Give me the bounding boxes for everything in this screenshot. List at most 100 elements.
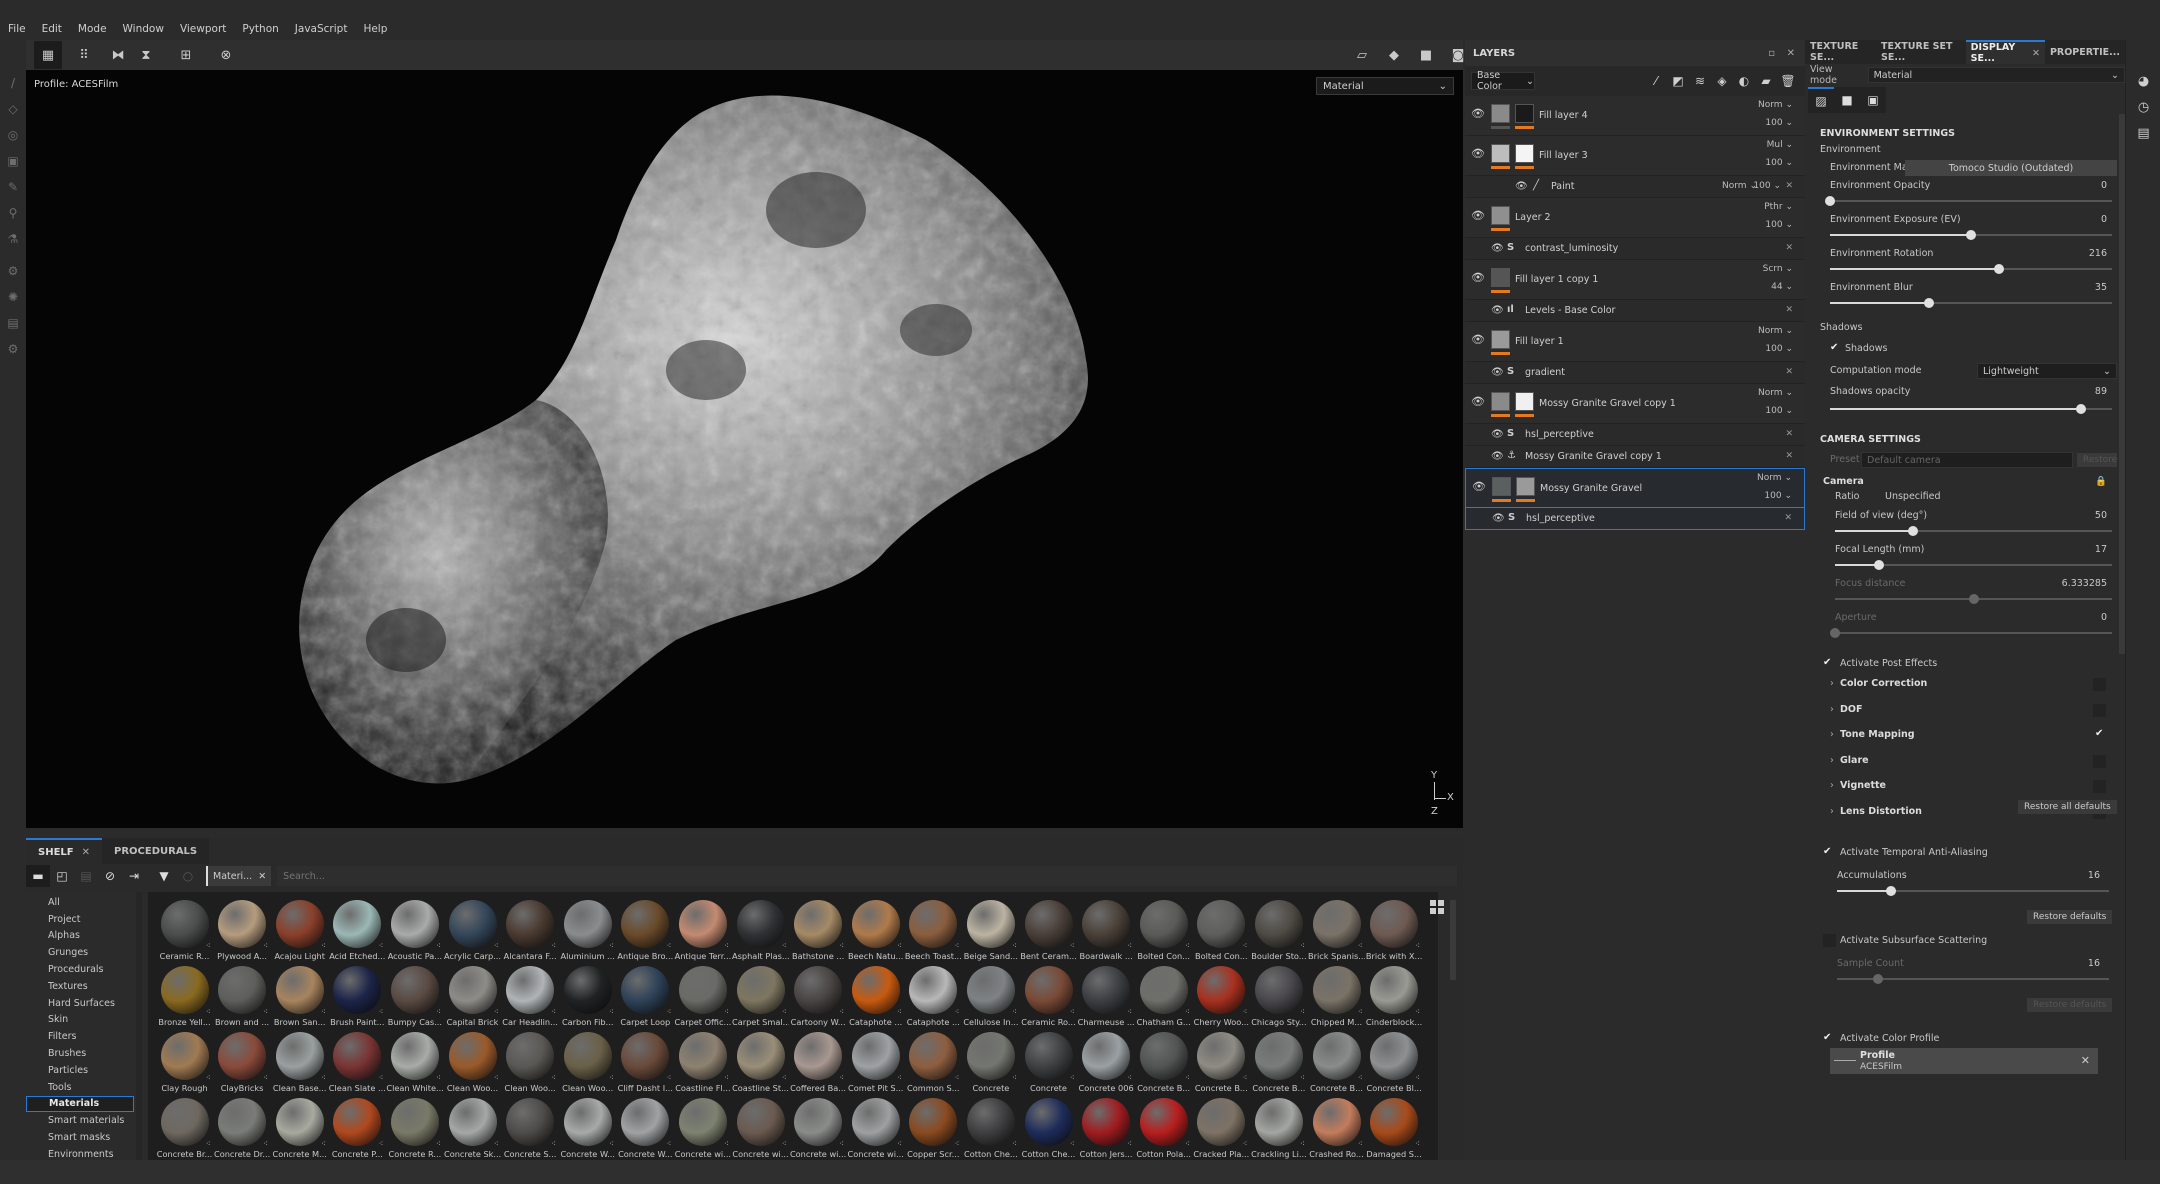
layer-row[interactable]: 👁 Fill layer 4 Norm ⌄ 100 ⌄ [1465,96,1805,136]
opacity-select[interactable]: 100 ⌄ [1764,491,1792,501]
material-item[interactable]: ⁖ Crackling Li... [1250,1094,1307,1160]
symmetry-y-icon[interactable]: ⧗ [132,41,160,69]
eye-icon[interactable]: 👁 [1471,107,1485,120]
eraser-icon[interactable]: ◇ [0,96,26,122]
close-icon[interactable]: ✕ [1785,367,1793,377]
view-mode-select[interactable]: Material ⌄ [1867,67,2125,83]
close-icon[interactable]: ✕ [1787,48,1795,59]
sss-checkbox[interactable] [1823,934,1836,947]
add-folder-icon[interactable]: ▰ [1755,71,1777,91]
effect-checkbox[interactable] [2093,678,2106,691]
blend-mode-select[interactable]: Norm ⌄ [1758,388,1793,398]
env-rotation-slider[interactable] [1830,264,2112,274]
close-icon[interactable]: ✕ [1785,305,1793,315]
grid-select-icon[interactable]: ▦ [34,41,62,69]
restore-button[interactable]: Restore [2077,453,2117,467]
aperture-value[interactable]: 0 [2101,612,2107,623]
viewport-3d[interactable]: Profile: ACESFilm Material ⌄ Y X Z [26,70,1463,828]
add-effect-icon[interactable]: ◐ [1733,71,1755,91]
layer-row[interactable]: 👁 Fill layer 1 copy 1 Scrn ⌄ 44 ⌄ [1465,260,1805,300]
category-all[interactable]: All [26,894,142,911]
filter-icon[interactable]: ▼ [152,865,176,887]
grid-options-icon[interactable]: ⠿ [70,41,98,69]
close-icon[interactable]: ✕ [1784,513,1792,523]
material-item[interactable]: ⁖ Carpet Loop [617,962,674,1028]
env-exposure-slider[interactable] [1830,230,2112,240]
material-item[interactable]: ⁖ Bent Ceram... [1020,896,1077,962]
material-item[interactable]: ⁖ Plywood A... [214,896,271,962]
layer-row[interactable]: 👁 Layer 2 Pthr ⌄ 100 ⌄ [1465,198,1805,238]
material-item[interactable]: ⁖ Concrete Sk... [444,1094,501,1160]
eye-icon[interactable]: 👁 [1492,513,1505,524]
material-item[interactable]: ⁖ Acajou Light [271,896,328,962]
chevron-right-icon[interactable]: › [1830,704,1834,715]
category-brushes[interactable]: Brushes [26,1045,142,1062]
material-item[interactable]: ⁖ Bolted Con... [1193,896,1250,962]
eye-icon[interactable]: 👁 [1471,271,1485,284]
material-item[interactable]: ⁖ Cataphote ... [905,962,962,1028]
chevron-right-icon[interactable]: › [1830,729,1834,740]
material-item[interactable]: ⁖ Cinderblock... [1366,962,1423,1028]
material-item[interactable]: ⁖ Antique Terr... [674,896,731,962]
material-item[interactable]: ⁖ Concrete B... [1308,1028,1365,1094]
geometry-mask-icon[interactable]: ▣ [0,148,26,174]
material-item[interactable]: ⁖ Beech Toast... [905,896,962,962]
category-alphas[interactable]: Alphas [26,928,142,945]
float-icon[interactable]: ▫ [1768,48,1775,59]
material-item[interactable]: ⁖ Boulder Sto... [1250,896,1307,962]
effect-sublayer-row[interactable]: 👁 S contrast_luminosity ✕ [1465,238,1805,260]
camera-icon[interactable]: ■ [1412,41,1440,69]
opacity-select[interactable]: 100 ⌄ [1753,181,1781,191]
fov-slider[interactable] [1835,526,2112,536]
restore-all-defaults-button[interactable]: Restore all defaults [2018,800,2117,814]
material-item[interactable]: ⁖ Concrete W... [617,1094,674,1160]
tab-procedurals[interactable]: PROCEDURALS [102,838,210,864]
smudge-icon[interactable]: ✎ [0,174,26,200]
blend-mode-select[interactable]: Norm ⌄ [1722,181,1757,191]
blend-mode-select[interactable]: Norm ⌄ [1757,473,1792,483]
material-item[interactable]: ⁖ Bronze Yell... [156,962,213,1028]
material-item[interactable]: ⁖ Concrete Dr... [214,1094,271,1160]
opacity-select[interactable]: 100 ⌄ [1765,220,1793,230]
category-skin[interactable]: Skin [26,1012,142,1029]
new-window-icon[interactable]: ◰ [50,865,74,887]
lock-icon[interactable]: 🔒 [2095,476,2107,487]
material-item[interactable]: ⁖ Concrete wi... [732,1094,789,1160]
settings-icon[interactable]: ✺ [0,284,26,310]
category-procedurals[interactable]: Procedurals [26,961,142,978]
material-item[interactable]: ⁖ Beech Natu... [847,896,904,962]
effect-sublayer-row[interactable]: 👁 S hsl_perceptive ✕ [1465,508,1805,530]
material-item[interactable]: ⁖ Cliff Dasht I... [617,1028,674,1094]
layer-row[interactable]: 👁 Mossy Granite Gravel copy 1 Norm ⌄ 100… [1465,384,1805,424]
eye-icon[interactable]: 👁 [1491,243,1504,254]
material-item[interactable]: ⁖ Clay Rough [156,1028,213,1094]
category-textures[interactable]: Textures [26,978,142,995]
material-item[interactable]: ⁖ Beige Sand... [962,896,1019,962]
blend-mode-select[interactable]: Scrn ⌄ [1763,264,1793,274]
material-item[interactable]: ⁖ Capital Brick [444,962,501,1028]
material-item[interactable]: ⁖ Ceramic Ro... [1020,962,1077,1028]
material-item[interactable]: ⁖ Concrete wi... [847,1094,904,1160]
layer-row[interactable]: 👁 Fill layer 3 Mul ⌄ 100 ⌄ [1465,136,1805,176]
material-item[interactable]: ⁖ Concrete B... [1193,1028,1250,1094]
material-item[interactable]: ⁖ Comet Pit S... [847,1028,904,1094]
material-item[interactable]: ⁖ Concrete B... [1250,1028,1307,1094]
effect-sublayer-row[interactable]: 👁 ıl Levels - Base Color ✕ [1465,300,1805,322]
frame-tab-icon[interactable]: ▣ [1860,87,1886,113]
material-item[interactable]: ⁖ Coastline St... [732,1028,789,1094]
taa-checkbox[interactable]: ✔ [1823,846,1831,857]
import-icon[interactable]: ⇥ [122,865,146,887]
material-item[interactable]: ⁖ Common S... [905,1028,962,1094]
camera-tab-icon[interactable]: ■ [1834,87,1860,113]
material-item[interactable]: ⁖ Cotton Che... [1020,1094,1077,1160]
category-grunges[interactable]: Grunges [26,944,142,961]
menu-javascript[interactable]: JavaScript [287,23,356,35]
material-item[interactable]: ⁖ Brush Paint... [329,962,386,1028]
close-icon[interactable]: ✕ [1785,243,1793,253]
env-map-field[interactable]: Tomoco Studio (Outdated) [1905,160,2117,176]
material-item[interactable]: ⁖ Concrete R... [386,1094,443,1160]
chevron-right-icon[interactable]: › [1830,678,1834,689]
material-item[interactable]: ⁖ Cotton Pola... [1135,1094,1192,1160]
material-item[interactable]: ⁖ Clean Base... [271,1028,328,1094]
focal-length-slider[interactable] [1835,560,2112,570]
